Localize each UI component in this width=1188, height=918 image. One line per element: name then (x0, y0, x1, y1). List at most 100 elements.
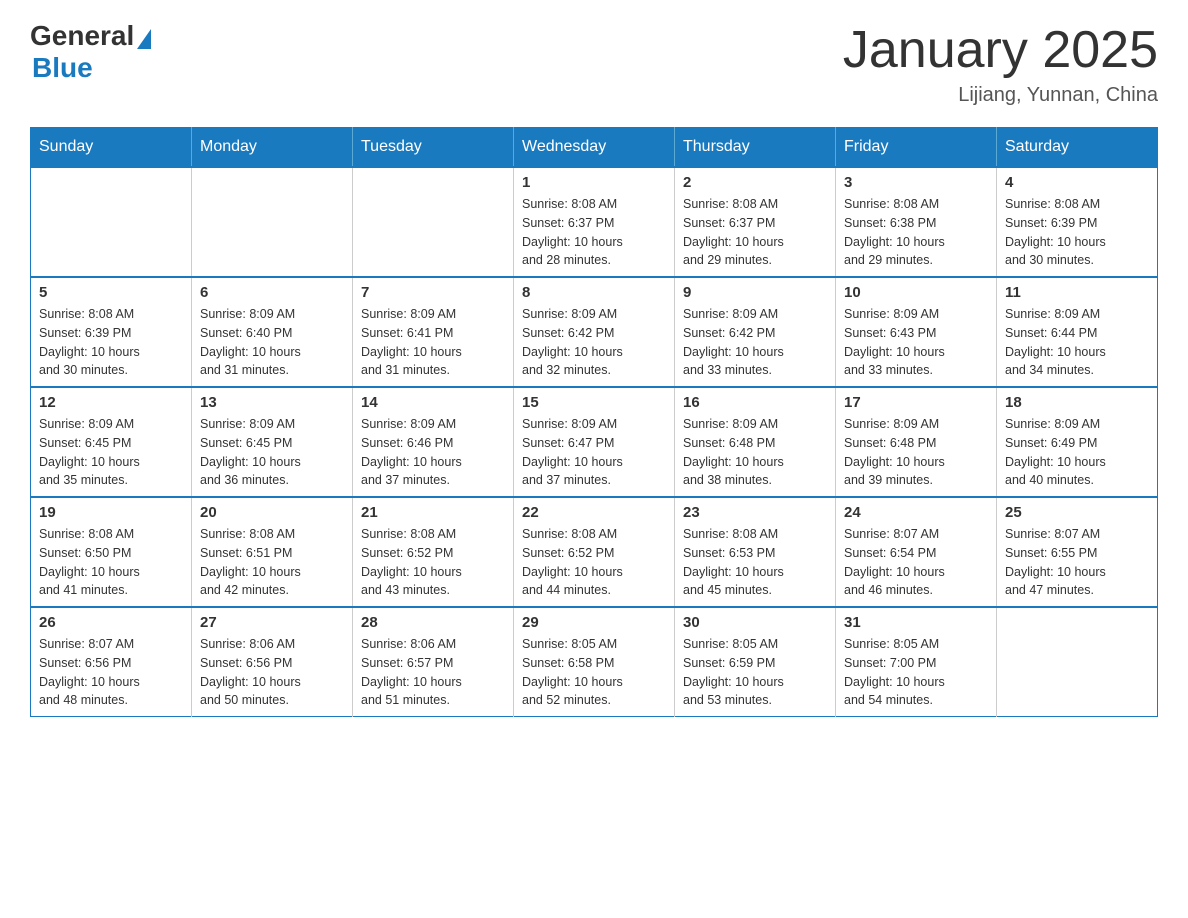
logo-arrow-icon (137, 29, 151, 49)
day-info: Sunrise: 8:09 AMSunset: 6:47 PMDaylight:… (522, 415, 666, 490)
calendar-cell: 24 Sunrise: 8:07 AMSunset: 6:54 PMDayligh… (836, 497, 997, 607)
weekday-header-monday: Monday (192, 128, 353, 168)
day-number: 1 (522, 174, 666, 191)
weekday-header-thursday: Thursday (675, 128, 836, 168)
calendar-cell: 9 Sunrise: 8:09 AMSunset: 6:42 PMDaylight… (675, 277, 836, 387)
day-info: Sunrise: 8:08 AMSunset: 6:52 PMDaylight:… (522, 525, 666, 600)
day-info: Sunrise: 8:05 AMSunset: 7:00 PMDaylight:… (844, 635, 988, 710)
day-info: Sunrise: 8:08 AMSunset: 6:52 PMDaylight:… (361, 525, 505, 600)
day-number: 3 (844, 174, 988, 191)
calendar-cell: 5Sunrise: 8:08 AMSunset: 6:39 PMDaylight… (31, 277, 192, 387)
calendar-cell: 31 Sunrise: 8:05 AMSunset: 7:00 PMDayligh… (836, 607, 997, 717)
day-number: 4 (1005, 174, 1149, 191)
calendar-cell: 7 Sunrise: 8:09 AMSunset: 6:41 PMDaylight… (353, 277, 514, 387)
day-info: Sunrise: 8:09 AMSunset: 6:48 PMDaylight:… (844, 415, 988, 490)
day-number: 12 (39, 394, 183, 411)
day-info: Sunrise: 8:08 AMSunset: 6:53 PMDaylight:… (683, 525, 827, 600)
day-info: Sunrise: 8:09 AMSunset: 6:42 PMDaylight:… (683, 305, 827, 380)
day-info: Sunrise: 8:07 AMSunset: 6:55 PMDaylight:… (1005, 525, 1149, 600)
calendar-cell: 3 Sunrise: 8:08 AMSunset: 6:38 PMDaylight… (836, 167, 997, 277)
calendar-cell: 23Sunrise: 8:08 AMSunset: 6:53 PMDayligh… (675, 497, 836, 607)
day-info: Sunrise: 8:09 AMSunset: 6:44 PMDaylight:… (1005, 305, 1149, 380)
calendar-cell: 30 Sunrise: 8:05 AMSunset: 6:59 PMDayligh… (675, 607, 836, 717)
calendar-cell: 8 Sunrise: 8:09 AMSunset: 6:42 PMDaylight… (514, 277, 675, 387)
weekday-header-tuesday: Tuesday (353, 128, 514, 168)
calendar-week-row: 5Sunrise: 8:08 AMSunset: 6:39 PMDaylight… (31, 277, 1158, 387)
calendar-cell: 19Sunrise: 8:08 AMSunset: 6:50 PMDayligh… (31, 497, 192, 607)
day-info: Sunrise: 8:09 AMSunset: 6:45 PMDaylight:… (39, 415, 183, 490)
calendar-cell: 20 Sunrise: 8:08 AMSunset: 6:51 PMDayligh… (192, 497, 353, 607)
day-number: 2 (683, 174, 827, 191)
day-number: 18 (1005, 394, 1149, 411)
calendar-cell: 12 Sunrise: 8:09 AMSunset: 6:45 PMDayligh… (31, 387, 192, 497)
calendar-cell: 21 Sunrise: 8:08 AMSunset: 6:52 PMDayligh… (353, 497, 514, 607)
calendar-cell: 28 Sunrise: 8:06 AMSunset: 6:57 PMDayligh… (353, 607, 514, 717)
day-info: Sunrise: 8:05 AMSunset: 6:59 PMDaylight:… (683, 635, 827, 710)
day-info: Sunrise: 8:08 AMSunset: 6:37 PMDaylight:… (683, 195, 827, 270)
day-info: Sunrise: 8:08 AMSunset: 6:51 PMDaylight:… (200, 525, 344, 600)
day-number: 16 (683, 394, 827, 411)
calendar-week-row: 26Sunrise: 8:07 AMSunset: 6:56 PMDayligh… (31, 607, 1158, 717)
day-info: Sunrise: 8:06 AMSunset: 6:57 PMDaylight:… (361, 635, 505, 710)
calendar-cell: 10Sunrise: 8:09 AMSunset: 6:43 PMDayligh… (836, 277, 997, 387)
logo: General Blue (30, 20, 151, 84)
day-number: 30 (683, 614, 827, 631)
day-number: 8 (522, 284, 666, 301)
day-number: 24 (844, 504, 988, 521)
day-number: 31 (844, 614, 988, 631)
calendar-cell: 2 Sunrise: 8:08 AMSunset: 6:37 PMDaylight… (675, 167, 836, 277)
month-title: January 2025 (843, 20, 1158, 80)
day-info: Sunrise: 8:09 AMSunset: 6:42 PMDaylight:… (522, 305, 666, 380)
calendar-table: SundayMondayTuesdayWednesdayThursdayFrid… (30, 127, 1158, 717)
calendar-header: SundayMondayTuesdayWednesdayThursdayFrid… (31, 128, 1158, 168)
calendar-cell: 29Sunrise: 8:05 AMSunset: 6:58 PMDayligh… (514, 607, 675, 717)
calendar-cell: 16 Sunrise: 8:09 AMSunset: 6:48 PMDayligh… (675, 387, 836, 497)
day-number: 21 (361, 504, 505, 521)
calendar-cell (353, 167, 514, 277)
day-number: 9 (683, 284, 827, 301)
calendar-cell: 25 Sunrise: 8:07 AMSunset: 6:55 PMDayligh… (997, 497, 1158, 607)
calendar-week-row: 1 Sunrise: 8:08 AMSunset: 6:37 PMDaylight… (31, 167, 1158, 277)
calendar-cell: 22Sunrise: 8:08 AMSunset: 6:52 PMDayligh… (514, 497, 675, 607)
day-info: Sunrise: 8:09 AMSunset: 6:45 PMDaylight:… (200, 415, 344, 490)
weekday-header-saturday: Saturday (997, 128, 1158, 168)
day-number: 17 (844, 394, 988, 411)
weekday-header-wednesday: Wednesday (514, 128, 675, 168)
day-number: 29 (522, 614, 666, 631)
weekday-header-row: SundayMondayTuesdayWednesdayThursdayFrid… (31, 128, 1158, 168)
day-number: 19 (39, 504, 183, 521)
calendar-week-row: 19Sunrise: 8:08 AMSunset: 6:50 PMDayligh… (31, 497, 1158, 607)
day-info: Sunrise: 8:08 AMSunset: 6:38 PMDaylight:… (844, 195, 988, 270)
day-number: 10 (844, 284, 988, 301)
calendar-cell (192, 167, 353, 277)
logo-general-text: General (30, 20, 134, 52)
day-number: 6 (200, 284, 344, 301)
day-number: 25 (1005, 504, 1149, 521)
calendar-cell (997, 607, 1158, 717)
calendar-cell: 4 Sunrise: 8:08 AMSunset: 6:39 PMDaylight… (997, 167, 1158, 277)
day-info: Sunrise: 8:06 AMSunset: 6:56 PMDaylight:… (200, 635, 344, 710)
day-number: 28 (361, 614, 505, 631)
day-number: 13 (200, 394, 344, 411)
day-info: Sunrise: 8:08 AMSunset: 6:39 PMDaylight:… (1005, 195, 1149, 270)
calendar-cell: 26Sunrise: 8:07 AMSunset: 6:56 PMDayligh… (31, 607, 192, 717)
page-header: General Blue January 2025 Lijiang, Yunna… (30, 20, 1158, 107)
calendar-cell: 15 Sunrise: 8:09 AMSunset: 6:47 PMDayligh… (514, 387, 675, 497)
day-number: 15 (522, 394, 666, 411)
day-info: Sunrise: 8:09 AMSunset: 6:41 PMDaylight:… (361, 305, 505, 380)
day-info: Sunrise: 8:09 AMSunset: 6:49 PMDaylight:… (1005, 415, 1149, 490)
day-number: 26 (39, 614, 183, 631)
calendar-cell: 6 Sunrise: 8:09 AMSunset: 6:40 PMDaylight… (192, 277, 353, 387)
calendar-body: 1 Sunrise: 8:08 AMSunset: 6:37 PMDaylight… (31, 167, 1158, 717)
day-info: Sunrise: 8:09 AMSunset: 6:40 PMDaylight:… (200, 305, 344, 380)
day-number: 5 (39, 284, 183, 301)
day-number: 20 (200, 504, 344, 521)
day-info: Sunrise: 8:07 AMSunset: 6:54 PMDaylight:… (844, 525, 988, 600)
calendar-cell: 17 Sunrise: 8:09 AMSunset: 6:48 PMDayligh… (836, 387, 997, 497)
calendar-cell: 13 Sunrise: 8:09 AMSunset: 6:45 PMDayligh… (192, 387, 353, 497)
day-info: Sunrise: 8:09 AMSunset: 6:48 PMDaylight:… (683, 415, 827, 490)
title-area: January 2025 Lijiang, Yunnan, China (843, 20, 1158, 107)
logo-blue-text: Blue (32, 52, 93, 84)
day-number: 7 (361, 284, 505, 301)
calendar-cell: 27Sunrise: 8:06 AMSunset: 6:56 PMDayligh… (192, 607, 353, 717)
